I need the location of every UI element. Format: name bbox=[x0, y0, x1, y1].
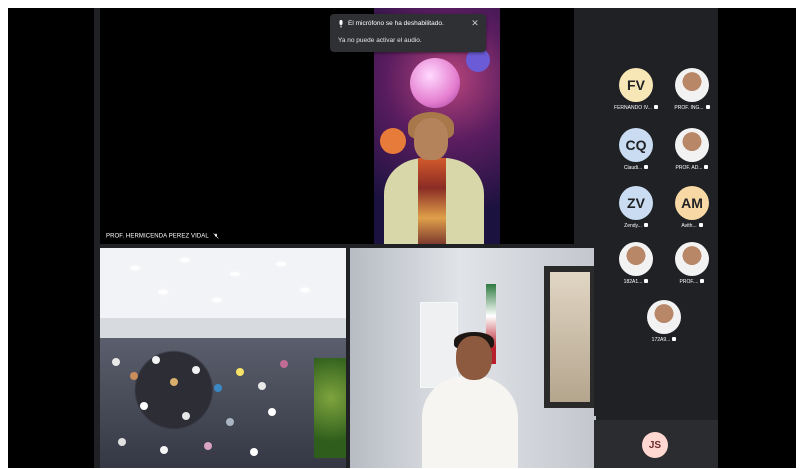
participant-name: PROF. ING... bbox=[664, 105, 720, 111]
participant-avatar: AM bbox=[675, 186, 709, 220]
main-tile-name-tag: PROF. HERMICENDA PEREZ VIDAL bbox=[106, 233, 220, 240]
mic-off-icon bbox=[643, 223, 648, 227]
audience-member bbox=[280, 360, 288, 368]
mic-off-icon bbox=[705, 105, 710, 109]
participant-tile[interactable]: PROF. ING... bbox=[664, 68, 720, 111]
audience-member bbox=[118, 438, 126, 446]
auditorium-video-tile[interactable] bbox=[100, 248, 346, 468]
audience-member bbox=[236, 368, 244, 376]
portrait-image bbox=[550, 272, 590, 402]
wall-portrait bbox=[544, 266, 596, 408]
participant-avatar: CQ bbox=[619, 128, 653, 162]
speaker-person bbox=[412, 332, 528, 468]
participant-name: Zendy... bbox=[608, 223, 664, 229]
participant-avatar bbox=[647, 300, 681, 334]
main-tile-name: PROF. HERMICENDA PEREZ VIDAL bbox=[106, 234, 209, 240]
participant-name: 172A9... bbox=[636, 337, 692, 343]
sidebar-bottom-tile[interactable]: JS bbox=[594, 420, 718, 468]
mic-off-icon bbox=[653, 105, 658, 109]
presenter-person bbox=[374, 112, 500, 244]
ceiling-light bbox=[276, 262, 286, 266]
participant-tile[interactable]: 182A1... bbox=[608, 242, 664, 285]
participant-tile[interactable]: 172A9... bbox=[636, 300, 692, 343]
participant-tile[interactable]: AM Avith... bbox=[664, 186, 720, 229]
audience-member bbox=[258, 382, 266, 390]
audience-member bbox=[170, 378, 178, 386]
participant-name: 182A1... bbox=[608, 279, 664, 285]
participant-avatar bbox=[675, 128, 709, 162]
participant-tile[interactable]: PROF.... bbox=[664, 242, 720, 285]
ceiling-light bbox=[158, 290, 168, 294]
audience-member bbox=[140, 402, 148, 410]
audience-member bbox=[226, 418, 234, 426]
participant-avatar bbox=[675, 68, 709, 102]
mic-disabled-toast: El micrófono se ha deshabilitado. Ya no … bbox=[330, 14, 486, 52]
ceiling-light bbox=[180, 258, 190, 262]
participant-tile[interactable]: PROF. AD... bbox=[664, 128, 720, 171]
participant-name: PROF. AD... bbox=[664, 165, 720, 171]
participant-avatar bbox=[675, 242, 709, 276]
participant-name: Claudi... bbox=[608, 165, 664, 171]
mic-off-icon bbox=[672, 337, 677, 341]
ceiling-light bbox=[130, 266, 140, 270]
audience-member bbox=[182, 412, 190, 420]
participant-name: Avith... bbox=[664, 223, 720, 229]
toast-subtitle: Ya no puede activar el audio. bbox=[338, 37, 422, 44]
video-call-frame: PROF. HERMICENDA PEREZ VIDAL FV FERNANDO… bbox=[0, 0, 804, 469]
mic-off-icon bbox=[644, 279, 649, 283]
speaker-head bbox=[456, 336, 492, 380]
auditorium-ceiling bbox=[100, 248, 346, 318]
participant-tile[interactable]: ZV Zendy... bbox=[608, 186, 664, 229]
audience-member bbox=[112, 358, 120, 366]
ceiling-light bbox=[300, 288, 310, 292]
participants-sidebar: FV FERNANDO IV... PROF. ING... CQ Claudi... P… bbox=[594, 8, 718, 416]
audience-member bbox=[192, 366, 200, 374]
mic-off-icon bbox=[213, 233, 220, 240]
audience-member bbox=[152, 356, 160, 364]
close-icon[interactable]: ✕ bbox=[470, 18, 480, 28]
presenter-scarf bbox=[418, 158, 446, 244]
ceiling-light bbox=[212, 298, 222, 302]
participant-avatar-js: JS bbox=[642, 432, 668, 458]
participant-avatar bbox=[619, 242, 653, 276]
audience-member bbox=[204, 442, 212, 450]
audience-member bbox=[214, 384, 222, 392]
audience-member bbox=[130, 372, 138, 380]
audience-member bbox=[268, 408, 276, 416]
mic-off-icon bbox=[698, 223, 703, 227]
presenter-head bbox=[414, 118, 448, 160]
toast-title: El micrófono se ha deshabilitado. bbox=[348, 20, 444, 27]
background-orb bbox=[410, 58, 460, 108]
office-video-tile[interactable] bbox=[350, 248, 596, 468]
mic-off-icon bbox=[644, 165, 649, 169]
participant-tile[interactable]: CQ Claudi... bbox=[608, 128, 664, 171]
mic-icon bbox=[339, 20, 343, 28]
mic-off-icon bbox=[700, 279, 705, 283]
mic-off-icon bbox=[704, 165, 709, 169]
ceiling-light bbox=[230, 272, 240, 276]
speaker-body bbox=[422, 376, 518, 468]
participant-tile[interactable]: FV FERNANDO IV... bbox=[608, 68, 664, 111]
participant-name: FERNANDO IV... bbox=[608, 105, 664, 111]
audience-member bbox=[250, 448, 258, 456]
audience-crowd bbox=[100, 338, 346, 468]
audience-member bbox=[160, 446, 168, 454]
decorative-plant bbox=[314, 358, 346, 458]
participant-avatar: ZV bbox=[619, 186, 653, 220]
participant-name: PROF.... bbox=[664, 279, 720, 285]
meet-screen: PROF. HERMICENDA PEREZ VIDAL FV FERNANDO… bbox=[8, 8, 796, 468]
participant-avatar: FV bbox=[619, 68, 653, 102]
